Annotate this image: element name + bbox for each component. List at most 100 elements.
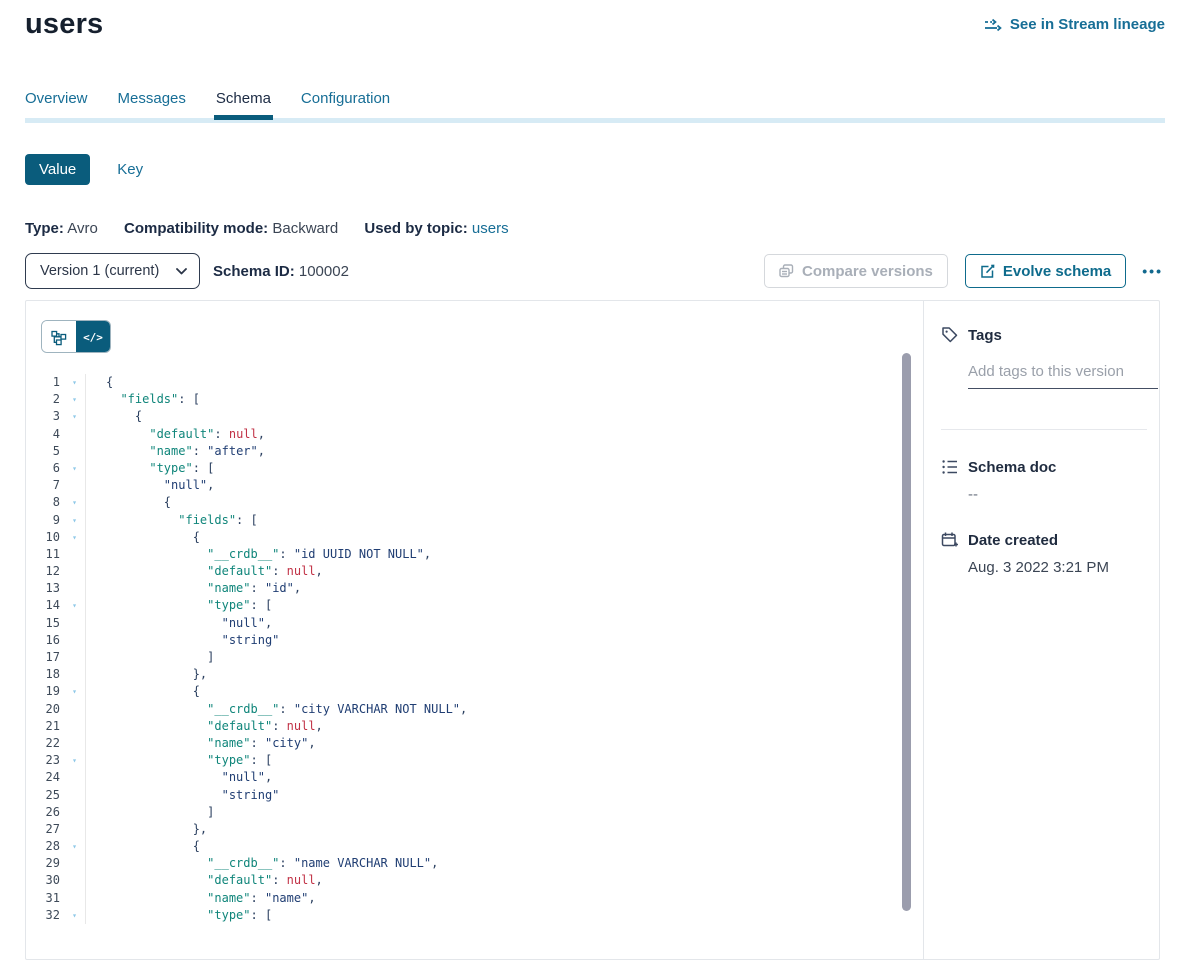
fold-toggle-icon[interactable]: ▾ [64, 374, 85, 391]
code-text: "null", [85, 477, 903, 494]
code-text: }, [85, 666, 903, 683]
code-text: { [85, 838, 903, 855]
fold-toggle-icon[interactable]: ▾ [64, 597, 85, 614]
line-number: 8 [26, 494, 64, 511]
sidebar-divider [941, 429, 1147, 430]
code-line: 16 "string" [26, 632, 903, 649]
code-view-icon: </> [83, 331, 103, 344]
code-text: "null", [85, 615, 903, 632]
fold-toggle-icon[interactable]: ▾ [64, 683, 85, 700]
code-line: 1▾{ [26, 374, 903, 391]
code-text: ] [85, 804, 903, 821]
code-text: "__crdb__": "city VARCHAR NOT NULL", [85, 701, 903, 718]
meta-compatibility: Compatibility mode: Backward [124, 220, 338, 237]
tags-input[interactable] [968, 363, 1158, 380]
code-line: 3▾ { [26, 408, 903, 425]
line-number: 9 [26, 512, 64, 529]
compare-versions-button[interactable]: Compare versions [764, 254, 948, 288]
schema-sidebar: Tags [941, 301, 1159, 576]
code-text: { [85, 494, 903, 511]
tab-schema[interactable]: Schema [216, 90, 271, 120]
fold-toggle-icon[interactable]: ▾ [64, 752, 85, 769]
code-text: "default": null, [85, 426, 903, 443]
version-select[interactable]: Version 1 (current) [25, 253, 200, 289]
fold-toggle-icon[interactable]: ▾ [64, 391, 85, 408]
code-line: 22 "name": "city", [26, 735, 903, 752]
tab-bar: Overview Messages Schema Configuration [25, 90, 1165, 123]
line-number: 23 [26, 752, 64, 769]
date-created-section: Date created Aug. 3 2022 3:21 PM [941, 531, 1159, 576]
fold-spacer [64, 666, 85, 683]
stream-lineage-icon [984, 18, 1003, 32]
meta-type: Type: Avro [25, 220, 98, 237]
line-number: 1 [26, 374, 64, 391]
code-line: 7 "null", [26, 477, 903, 494]
version-actions: Compare versions Evolve schema ••• [764, 254, 1165, 288]
code-lines[interactable]: 1▾{2▾ "fields": [3▾ {4 "default": null,5… [26, 374, 903, 959]
code-line: 20 "__crdb__": "city VARCHAR NOT NULL", [26, 701, 903, 718]
code-text: "type": [ [85, 752, 903, 769]
code-text: "name": "name", [85, 890, 903, 907]
code-line: 23▾ "type": [ [26, 752, 903, 769]
evolve-schema-button[interactable]: Evolve schema [965, 254, 1126, 288]
value-button[interactable]: Value [25, 154, 90, 185]
calendar-add-icon [941, 531, 959, 549]
fold-spacer [64, 735, 85, 752]
schema-id: Schema ID: 100002 [213, 263, 349, 280]
key-button[interactable]: Key [117, 161, 143, 178]
fold-toggle-icon[interactable]: ▾ [64, 907, 85, 924]
fold-toggle-icon[interactable]: ▾ [64, 494, 85, 511]
line-number: 13 [26, 580, 64, 597]
code-text: "type": [ [85, 460, 903, 477]
fold-spacer [64, 632, 85, 649]
line-number: 11 [26, 546, 64, 563]
schema-page: { "page": { "title": "users" }, "header"… [0, 0, 1189, 916]
editor-scrollbar[interactable] [902, 353, 911, 911]
code-text: ] [85, 649, 903, 666]
tab-overview[interactable]: Overview [25, 90, 88, 120]
fold-toggle-icon[interactable]: ▾ [64, 838, 85, 855]
line-number: 3 [26, 408, 64, 425]
page-title: users [25, 8, 103, 41]
line-number: 30 [26, 872, 64, 889]
code-text: "type": [ [85, 907, 903, 924]
code-line: 17 ] [26, 649, 903, 666]
fold-spacer [64, 821, 85, 838]
edit-icon [980, 264, 995, 279]
tree-view-button[interactable] [42, 321, 76, 353]
code-line: 29 "__crdb__": "name VARCHAR NULL", [26, 855, 903, 872]
line-number: 2 [26, 391, 64, 408]
fold-spacer [64, 701, 85, 718]
code-text: "type": [ [85, 597, 903, 614]
more-options-button[interactable]: ••• [1140, 259, 1165, 283]
compat-label: Compatibility mode: [124, 220, 268, 237]
compare-versions-label: Compare versions [802, 263, 933, 280]
code-text: "string" [85, 787, 903, 804]
code-text: "default": null, [85, 563, 903, 580]
topic-link[interactable]: users [472, 220, 509, 237]
stream-lineage-label: See in Stream lineage [1010, 16, 1165, 33]
tab-configuration[interactable]: Configuration [301, 90, 390, 120]
tab-messages[interactable]: Messages [118, 90, 186, 120]
fold-spacer [64, 563, 85, 580]
code-text: "name": "after", [85, 443, 903, 460]
fold-toggle-icon[interactable]: ▾ [64, 460, 85, 477]
fold-spacer [64, 649, 85, 666]
editor-view-toggle: </> [41, 320, 111, 353]
tags-input-wrap [968, 363, 1158, 389]
stream-lineage-link[interactable]: See in Stream lineage [984, 16, 1165, 33]
fold-spacer [64, 890, 85, 907]
code-text: "__crdb__": "name VARCHAR NULL", [85, 855, 903, 872]
fold-toggle-icon[interactable]: ▾ [64, 408, 85, 425]
tags-heading: Tags [968, 327, 1002, 344]
line-number: 18 [26, 666, 64, 683]
line-number: 25 [26, 787, 64, 804]
code-line: 18 }, [26, 666, 903, 683]
fold-toggle-icon[interactable]: ▾ [64, 512, 85, 529]
code-view-button[interactable]: </> [76, 321, 110, 353]
code-line: 11 "__crdb__": "id UUID NOT NULL", [26, 546, 903, 563]
version-select-value: Version 1 (current) [40, 263, 159, 279]
code-text: "__crdb__": "id UUID NOT NULL", [85, 546, 903, 563]
fold-toggle-icon[interactable]: ▾ [64, 529, 85, 546]
evolve-schema-label: Evolve schema [1003, 263, 1111, 280]
